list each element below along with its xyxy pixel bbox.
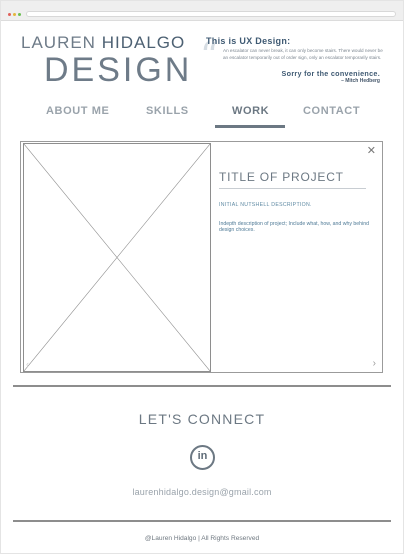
project-card: ✕ ‹ › TITLE OF PROJECT INITIAL NUTSHELL … [20,141,383,373]
connect-heading: LET'S CONNECT [138,411,266,427]
logo-last-name: HIDALGO [101,33,186,52]
window-close-dot[interactable] [8,13,11,16]
project-title-divider [219,188,366,189]
project-image-placeholder [23,143,211,372]
window-maximize-dot[interactable] [18,13,21,16]
project-description: Indepth description of project; Include … [219,221,369,234]
active-tab-indicator [215,125,285,128]
footer-copyright: @Lauren Hidalgo | All Rights Reserved [144,535,260,542]
nav-item-contact[interactable]: CONTACT [303,105,360,117]
nav-item-about-me[interactable]: ABOUT ME [46,105,109,117]
quote-title: This is UX Design: [206,36,291,46]
quote-author: – Mitch Hedberg [341,78,380,84]
page: LAUREN HIDALGO DESIGN “ This is UX Desig… [0,0,404,554]
email-link[interactable]: laurenhidalgo.design@gmail.com [1,487,403,497]
logo-name[interactable]: LAUREN HIDALGO [21,33,185,53]
footer-divider [13,520,391,522]
quote-body: An escalator can never break, it can onl… [223,48,383,60]
logo-design-word[interactable]: DESIGN [44,51,192,90]
address-bar[interactable] [26,11,396,17]
nav-item-skills[interactable]: SKILLS [146,105,189,117]
close-icon[interactable]: ✕ [367,146,376,157]
chevron-right-icon[interactable]: › [373,358,376,369]
project-title: TITLE OF PROJECT [219,170,344,184]
window-minimize-dot[interactable] [13,13,16,16]
main-nav: ABOUT ME SKILLS WORK CONTACT [1,105,403,131]
chevron-left-icon[interactable]: ‹ [26,359,29,369]
logo-first-name: LAUREN [21,33,96,52]
browser-chrome [1,1,403,21]
section-divider [13,385,391,387]
quote-punchline: Sorry for the convenience. [281,69,380,78]
nav-item-work[interactable]: WORK [232,105,269,117]
linkedin-icon[interactable]: in [190,445,215,470]
linkedin-glyph: in [197,450,208,462]
image-placeholder-icon [24,144,210,371]
project-nutshell: INITIAL NUTSHELL DESCRIPTION. [219,202,312,208]
